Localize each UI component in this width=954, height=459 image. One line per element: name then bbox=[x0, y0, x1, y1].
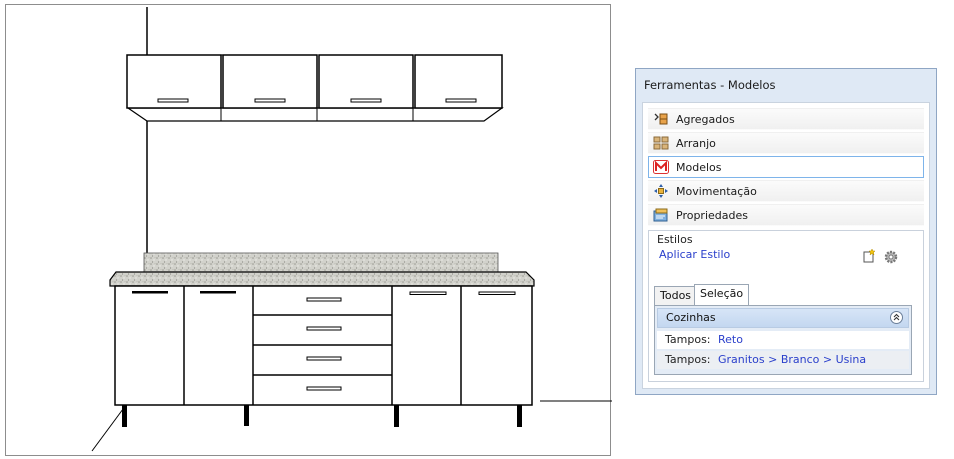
aggregates-icon bbox=[653, 111, 669, 127]
property-key: Tampos: bbox=[665, 333, 711, 346]
nav-label: Modelos bbox=[676, 160, 722, 174]
tools-panel: Ferramentas - Modelos Agregados Arranjo … bbox=[635, 68, 937, 395]
property-row: Tampos: Reto bbox=[657, 331, 909, 349]
nav-label: Arranjo bbox=[676, 136, 716, 150]
countertop bbox=[109, 271, 535, 287]
nav-item-arranjo[interactable]: Arranjo bbox=[648, 132, 924, 154]
styles-title: Estilos bbox=[657, 233, 693, 246]
nav-label: Propriedades bbox=[676, 208, 748, 222]
nav-item-agregados[interactable]: Agregados bbox=[648, 108, 924, 130]
property-value-link[interactable]: Reto bbox=[718, 333, 743, 346]
property-row: Tampos: Granitos > Branco > Usina bbox=[657, 351, 909, 369]
group-header-cozinhas[interactable]: Cozinhas bbox=[657, 308, 909, 328]
3d-viewport[interactable] bbox=[5, 4, 612, 456]
nav-label: Movimentação bbox=[676, 184, 757, 198]
kitchen-scene bbox=[91, 7, 612, 452]
selection-tab-content: Cozinhas Tampos: Reto Tampos: Granitos >… bbox=[654, 305, 912, 375]
collapse-chevron-icon[interactable] bbox=[890, 311, 903, 324]
move-arrows-icon bbox=[653, 183, 669, 199]
new-style-icon[interactable] bbox=[862, 248, 876, 263]
property-value-link[interactable]: Granitos > Branco > Usina bbox=[718, 353, 866, 366]
panel-body: Agregados Arranjo Modelos Movimentação P… bbox=[642, 102, 930, 389]
apply-style-link[interactable]: Aplicar Estilo bbox=[659, 248, 730, 261]
floor-line bbox=[91, 404, 127, 452]
panel-title: Ferramentas - Modelos bbox=[644, 78, 776, 92]
properties-icon bbox=[653, 207, 669, 223]
nav-item-modelos[interactable]: Modelos bbox=[648, 156, 924, 178]
group-title: Cozinhas bbox=[666, 311, 716, 324]
nav-label: Agregados bbox=[676, 112, 735, 126]
styles-section: Estilos Aplicar Estilo Todos Seleção Coz… bbox=[648, 230, 924, 382]
backsplash bbox=[143, 252, 499, 273]
arrangement-grid-icon bbox=[653, 135, 669, 151]
property-key: Tampos: bbox=[665, 353, 711, 366]
tab-selecao[interactable]: Seleção bbox=[694, 284, 750, 305]
tab-todos[interactable]: Todos bbox=[654, 286, 698, 305]
upper-cabinets bbox=[126, 54, 504, 122]
gear-icon[interactable] bbox=[884, 250, 898, 264]
nav-item-propriedades[interactable]: Propriedades bbox=[648, 204, 924, 226]
base-cabinets bbox=[114, 285, 533, 427]
models-m-icon bbox=[653, 159, 669, 175]
nav-item-movimentacao[interactable]: Movimentação bbox=[648, 180, 924, 202]
